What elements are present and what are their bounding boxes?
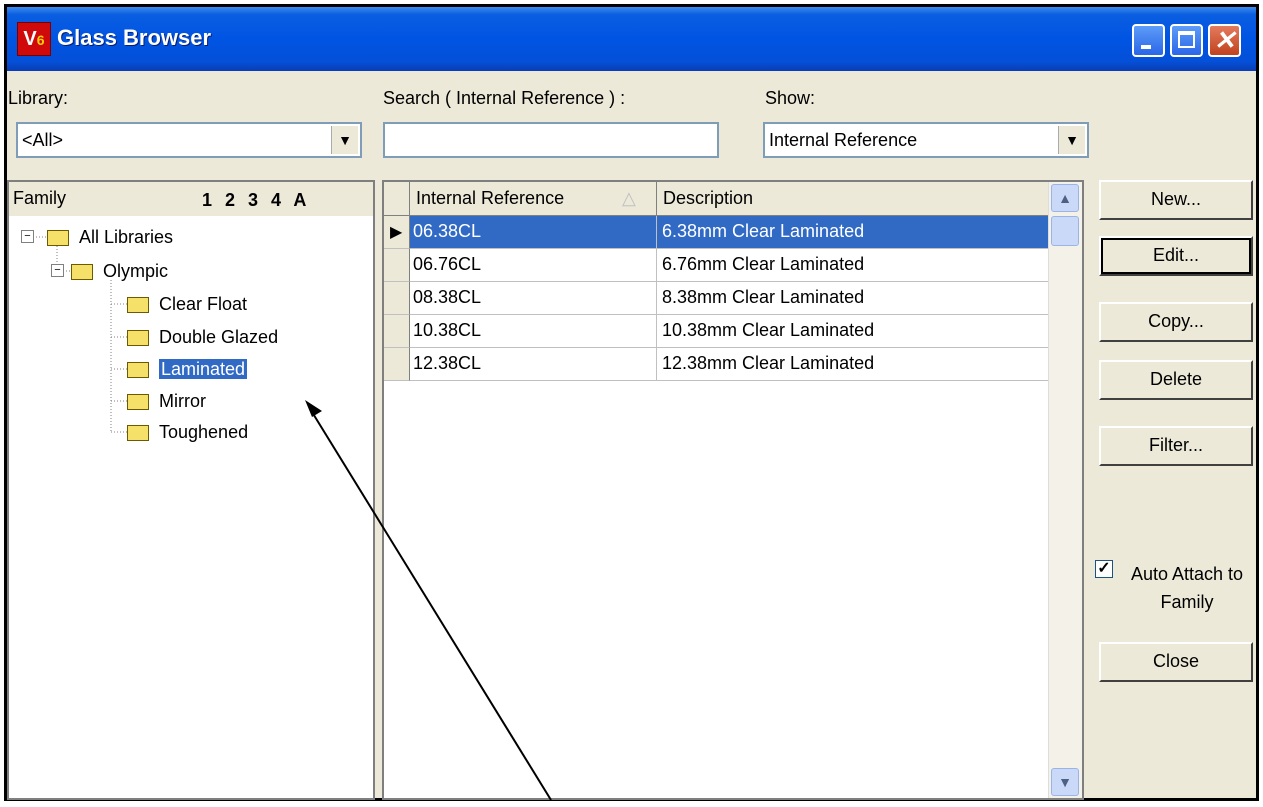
annotation-arrow xyxy=(305,400,552,801)
